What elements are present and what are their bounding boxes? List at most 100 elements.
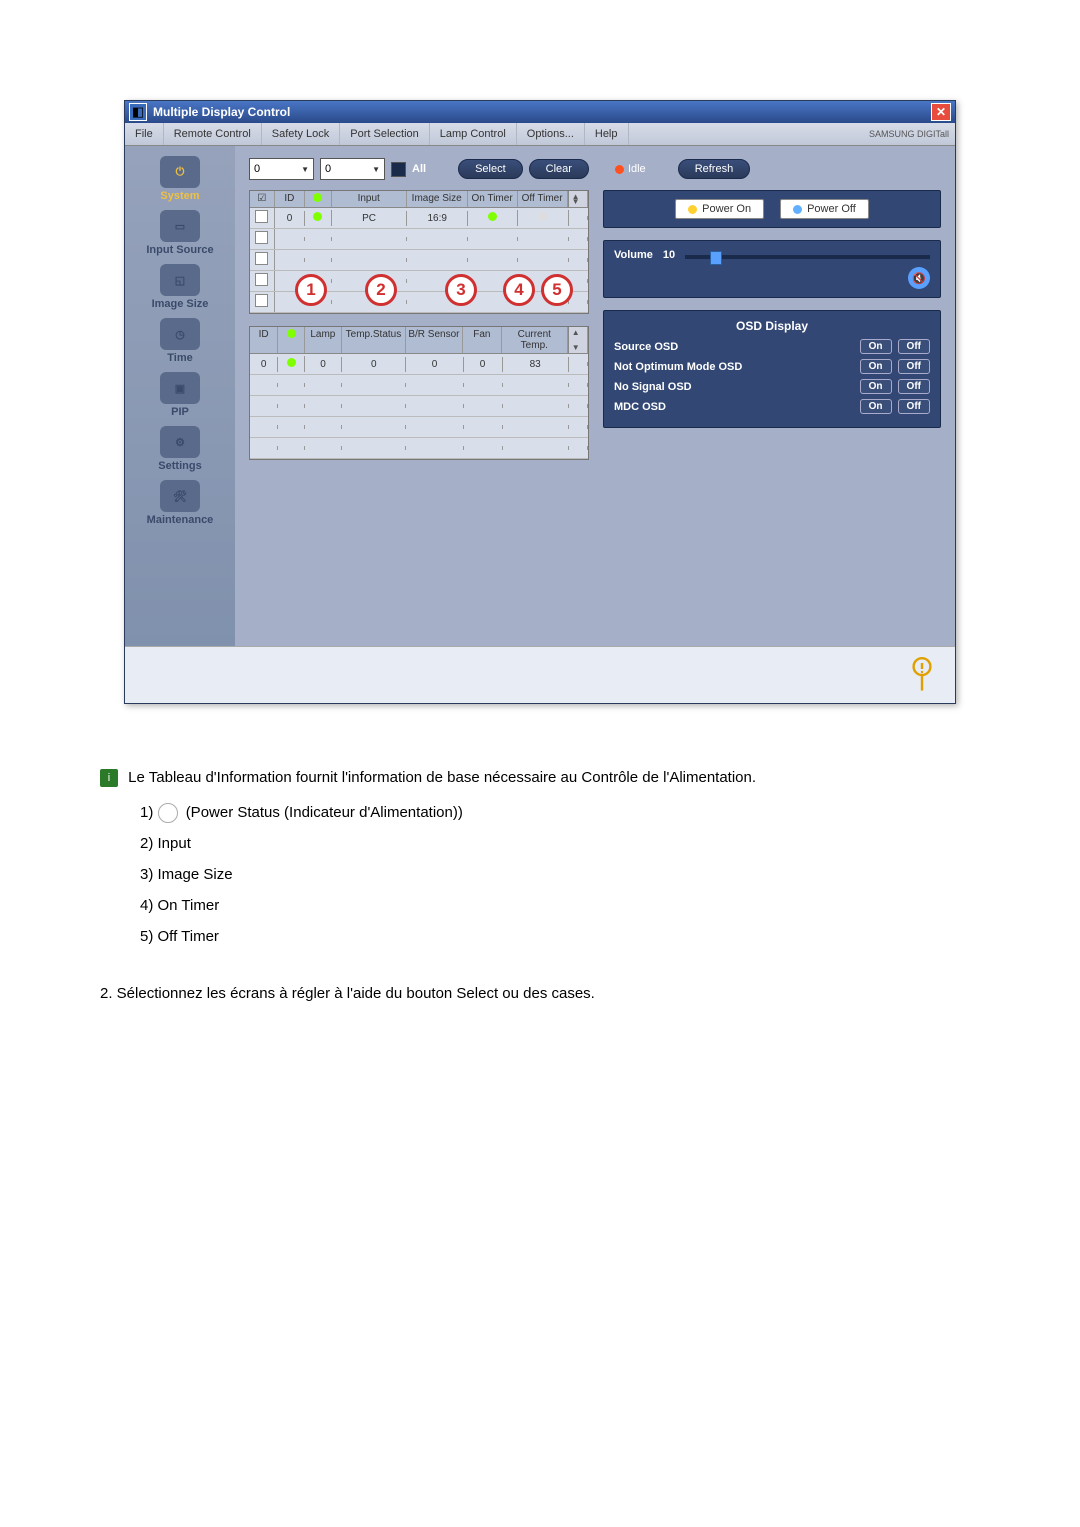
col-off-timer: Off Timer (518, 191, 568, 207)
osd-source-off[interactable]: Off (898, 339, 930, 354)
callout-3: 3 (445, 274, 477, 306)
refresh-button[interactable]: Refresh (678, 159, 751, 179)
osd-source-label: Source OSD (614, 341, 854, 353)
time-icon: ◷ (160, 318, 200, 350)
sidebar-item-time[interactable]: ◷ Time (125, 318, 235, 364)
all-checkbox[interactable] (391, 162, 406, 177)
select-button[interactable]: Select (458, 159, 523, 179)
power-on-button[interactable]: Power On (675, 199, 764, 219)
menu-safety-lock[interactable]: Safety Lock (262, 123, 340, 145)
main-area: 0▼ 0▼ All Select Clear Idle Refresh (235, 146, 955, 646)
sidebar-label: Settings (158, 460, 201, 472)
sidebar-label: Time (167, 352, 192, 364)
menu-file[interactable]: File (125, 123, 164, 145)
scrollbar[interactable] (568, 191, 588, 207)
col-on-timer: On Timer (468, 191, 518, 207)
warning-icon (909, 657, 935, 693)
osd-optimum-on[interactable]: On (860, 359, 892, 374)
col-check: ☑ (250, 191, 275, 207)
list-item: 5) Off Timer (140, 923, 980, 950)
sidebar-label: Input Source (146, 244, 213, 256)
osd-mdc-on[interactable]: On (860, 399, 892, 414)
settings-icon: ⚙ (160, 426, 200, 458)
col-status (278, 327, 304, 353)
app-window: ◧ Multiple Display Control ✕ File Remote… (124, 100, 956, 704)
table-row[interactable]: 0 PC 16:9 (250, 208, 588, 229)
list-item: 1) (Power Status (Indicateur d'Alimentat… (140, 799, 980, 826)
osd-optimum-off[interactable]: Off (898, 359, 930, 374)
titlebar: ◧ Multiple Display Control ✕ (125, 101, 955, 123)
power-off-button[interactable]: Power Off (780, 199, 869, 219)
intro-text: Le Tableau d'Information fournit l'infor… (128, 769, 756, 786)
menu-lamp-control[interactable]: Lamp Control (430, 123, 517, 145)
osd-title: OSD Display (614, 319, 930, 333)
image-size-icon: ◱ (160, 264, 200, 296)
pip-icon: ▣ (160, 372, 200, 404)
window-title: Multiple Display Control (153, 105, 931, 119)
osd-nosignal-off[interactable]: Off (898, 379, 930, 394)
osd-mdc-off[interactable]: Off (898, 399, 930, 414)
menu-options[interactable]: Options... (517, 123, 585, 145)
power-panel: Power On Power Off (603, 190, 941, 228)
callout-2: 2 (365, 274, 397, 306)
col-br-sensor: B/R Sensor (406, 327, 463, 353)
info-icon: i (100, 769, 118, 787)
idle-status: Idle (615, 163, 646, 175)
menu-help[interactable]: Help (585, 123, 629, 145)
col-id: ID (275, 191, 305, 207)
osd-panel: OSD Display Source OSD On Off Not Optimum … (603, 310, 941, 428)
volume-panel: Volume 10 🔇 (603, 240, 941, 298)
list-item: 3) Image Size (140, 861, 980, 888)
sidebar-item-image-size[interactable]: ◱ Image Size (125, 264, 235, 310)
osd-optimum-label: Not Optimum Mode OSD (614, 361, 854, 373)
table-row[interactable]: 0 0 0 0 0 83 (250, 354, 588, 375)
system-icon: ⏻ (160, 156, 200, 188)
volume-slider[interactable] (685, 255, 930, 259)
sidebar-item-maintenance[interactable]: 🛠 Maintenance (125, 480, 235, 526)
mute-icon[interactable]: 🔇 (908, 267, 930, 289)
close-icon[interactable]: ✕ (931, 103, 951, 121)
id-range-end[interactable]: 0▼ (320, 158, 385, 180)
note-2: 2. Sélectionnez les écrans à régler à l'… (100, 980, 980, 1007)
col-temp-status: Temp.Status (342, 327, 406, 353)
list-item: 2) Input (140, 830, 980, 857)
callout-5: 5 (541, 274, 573, 306)
callout-1: 1 (295, 274, 327, 306)
menubar: File Remote Control Safety Lock Port Sel… (125, 123, 955, 146)
clear-button[interactable]: Clear (529, 159, 589, 179)
sidebar-item-pip[interactable]: ▣ PIP (125, 372, 235, 418)
document-text: i Le Tableau d'Information fournit l'inf… (100, 764, 980, 1007)
menu-remote-control[interactable]: Remote Control (164, 123, 262, 145)
sidebar-item-system[interactable]: ⏻ System (125, 156, 235, 202)
osd-mdc-label: MDC OSD (614, 401, 854, 413)
scrollbar[interactable] (568, 327, 588, 353)
volume-label: Volume (614, 249, 653, 261)
maintenance-icon: 🛠 (160, 480, 200, 512)
all-label: All (412, 163, 426, 175)
callout-4: 4 (503, 274, 535, 306)
id-range-start[interactable]: 0▼ (249, 158, 314, 180)
osd-nosignal-label: No Signal OSD (614, 381, 854, 393)
col-current-temp: Current Temp. (502, 327, 568, 353)
col-lamp: Lamp (305, 327, 342, 353)
sidebar-label: Image Size (152, 298, 209, 310)
sidebar-label: Maintenance (147, 514, 214, 526)
sidebar-item-input-source[interactable]: ▭ Input Source (125, 210, 235, 256)
list-item: 4) On Timer (140, 892, 980, 919)
sidebar-label: System (160, 190, 199, 202)
volume-value: 10 (663, 249, 675, 261)
app-icon: ◧ (129, 103, 147, 121)
input-source-icon: ▭ (160, 210, 200, 242)
menu-port-selection[interactable]: Port Selection (340, 123, 429, 145)
osd-nosignal-on[interactable]: On (860, 379, 892, 394)
sidebar: ⏻ System ▭ Input Source ◱ Image Size ◷ T… (125, 146, 235, 646)
info-table-2: ID Lamp Temp.Status B/R Sensor Fan Curre… (249, 326, 589, 460)
col-image-size: Image Size (407, 191, 468, 207)
osd-source-on[interactable]: On (860, 339, 892, 354)
sidebar-item-settings[interactable]: ⚙ Settings (125, 426, 235, 472)
col-id: ID (250, 327, 278, 353)
col-power (305, 191, 332, 207)
sidebar-label: PIP (171, 406, 189, 418)
col-fan: Fan (463, 327, 502, 353)
power-status-icon (158, 803, 178, 823)
